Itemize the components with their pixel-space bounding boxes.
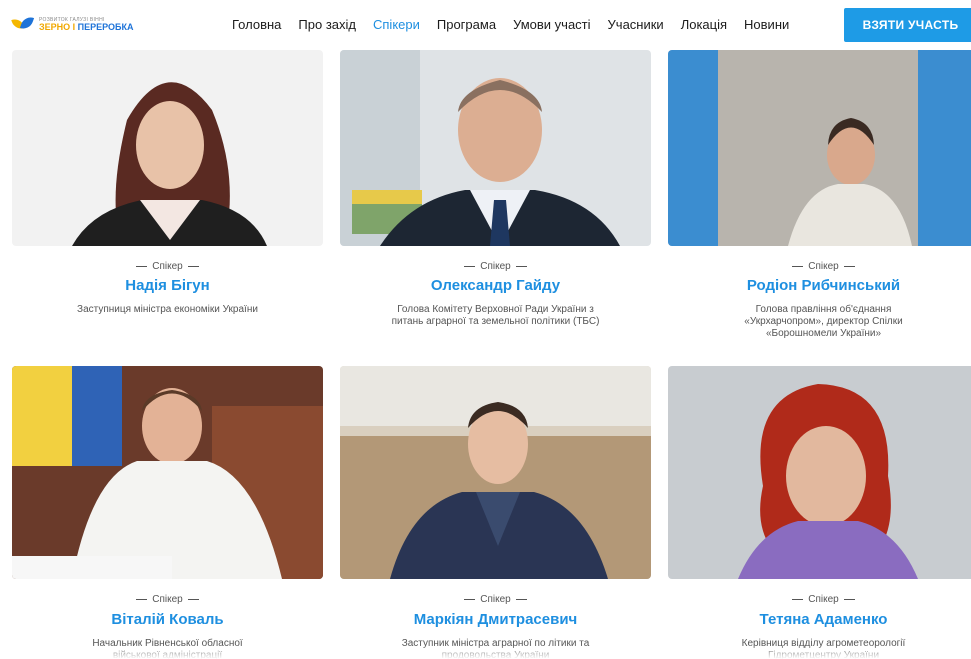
speaker-name[interactable]: Тетяна Адаменко (668, 611, 971, 628)
speaker-description: Голова правління об'єднання «Укрхарчопро… (744, 304, 903, 339)
bottom-fade (0, 645, 971, 659)
speaker-name[interactable]: Маркіян Дмитрасевич (340, 611, 651, 628)
speaker-name[interactable]: Родіон Рибчинський (668, 277, 971, 294)
nav-location[interactable]: Локація (681, 17, 727, 32)
speaker-role: Спікер (340, 594, 651, 605)
logo-brand: ЗЕРНО І ПЕРЕРОБКА (39, 22, 134, 32)
speaker-description: Заступниця міністра економіки України (77, 304, 258, 315)
nav-home[interactable]: Головна (232, 17, 281, 32)
nav-speakers[interactable]: Спікери (373, 17, 420, 32)
site-header: Розвиток галузі Вінні ЗЕРНО І ПЕРЕРОБКА … (0, 0, 971, 50)
speaker-role: Спікер (12, 261, 323, 272)
speaker-description: Голова Комітету Верховної Ради України з… (391, 304, 600, 327)
speaker-role: Спікер (12, 594, 323, 605)
nav-conditions[interactable]: Умови участі (513, 17, 590, 32)
speaker-role: Спікер (668, 594, 971, 605)
speaker-photo[interactable] (668, 50, 971, 246)
nav-about[interactable]: Про захід (298, 17, 356, 32)
main-nav: Головна Про захід Спікери Програма Умови… (232, 17, 789, 32)
speaker-role: Спікер (668, 261, 971, 272)
speaker-name[interactable]: Надія Бігун (12, 277, 323, 294)
speaker-role: Спікер (340, 261, 651, 272)
nav-participants[interactable]: Учасники (608, 17, 664, 32)
speaker-photo[interactable] (668, 366, 971, 579)
speaker-photo[interactable] (12, 50, 323, 246)
site-logo[interactable]: Розвиток галузі Вінні ЗЕРНО І ПЕРЕРОБКА (11, 14, 134, 34)
speaker-photo[interactable] (12, 366, 323, 579)
nav-program[interactable]: Програма (437, 17, 496, 32)
take-part-button[interactable]: ВЗЯТИ УЧАСТЬ (844, 8, 971, 42)
logo-text: Розвиток галузі Вінні ЗЕРНО І ПЕРЕРОБКА (39, 18, 134, 32)
speaker-photo[interactable] (340, 366, 651, 579)
speaker-name[interactable]: Олександр Гайду (340, 277, 651, 294)
logo-mark-icon (11, 14, 35, 34)
speaker-photo[interactable] (340, 50, 651, 246)
nav-news[interactable]: Новини (744, 17, 789, 32)
speaker-name[interactable]: Віталій Коваль (12, 611, 323, 628)
